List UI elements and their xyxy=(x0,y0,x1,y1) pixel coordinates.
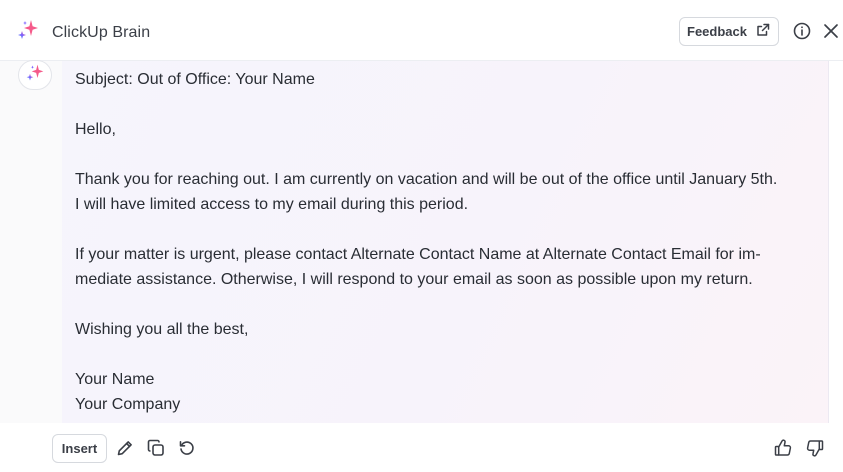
sparkle-icon xyxy=(16,18,40,47)
refresh-icon[interactable] xyxy=(177,438,197,458)
insert-button[interactable]: Insert xyxy=(52,434,107,463)
sparkle-icon xyxy=(25,63,45,88)
email-paragraph-2: If your matter is urgent, please contact… xyxy=(75,242,820,292)
message-gutter xyxy=(0,61,62,423)
close-icon[interactable] xyxy=(822,22,840,40)
signature-name: Your Name xyxy=(75,371,155,388)
external-link-icon xyxy=(755,22,771,41)
pencil-icon[interactable] xyxy=(115,438,135,458)
feedback-button[interactable]: Feedback xyxy=(679,17,779,46)
brand: ClickUp Brain xyxy=(16,18,150,47)
paragraph-line: If your matter is urgent, please contact… xyxy=(75,246,761,263)
brain-header: ClickUp Brain Feedback xyxy=(0,0,843,61)
response-actions: Insert xyxy=(0,423,843,472)
paragraph-line: mediate assistance. Otherwise, I will re… xyxy=(75,271,753,288)
email-greeting: Hello, xyxy=(75,121,116,138)
message-body: Subject: Out of Office: Your Name Hello,… xyxy=(75,67,820,417)
ai-response: Subject: Out of Office: Your Name Hello,… xyxy=(62,61,829,423)
paragraph-line: I will have limited access to my email d… xyxy=(75,196,469,213)
email-signature: Your Name Your Company xyxy=(75,367,820,417)
email-subject: Subject: Out of Office: Your Name xyxy=(75,71,315,88)
signature-company: Your Company xyxy=(75,396,181,413)
feedback-label: Feedback xyxy=(687,24,747,39)
copy-icon[interactable] xyxy=(146,438,166,458)
thumbs-down-icon[interactable] xyxy=(805,438,825,458)
avatar xyxy=(18,60,52,90)
brain-title: ClickUp Brain xyxy=(52,23,151,41)
info-icon[interactable] xyxy=(792,21,812,41)
paragraph-line: Thank you for reaching out. I am current… xyxy=(75,171,778,188)
email-closing: Wishing you all the best, xyxy=(75,321,249,338)
email-paragraph-1: Thank you for reaching out. I am current… xyxy=(75,167,820,217)
thumbs-up-icon[interactable] xyxy=(773,438,793,458)
